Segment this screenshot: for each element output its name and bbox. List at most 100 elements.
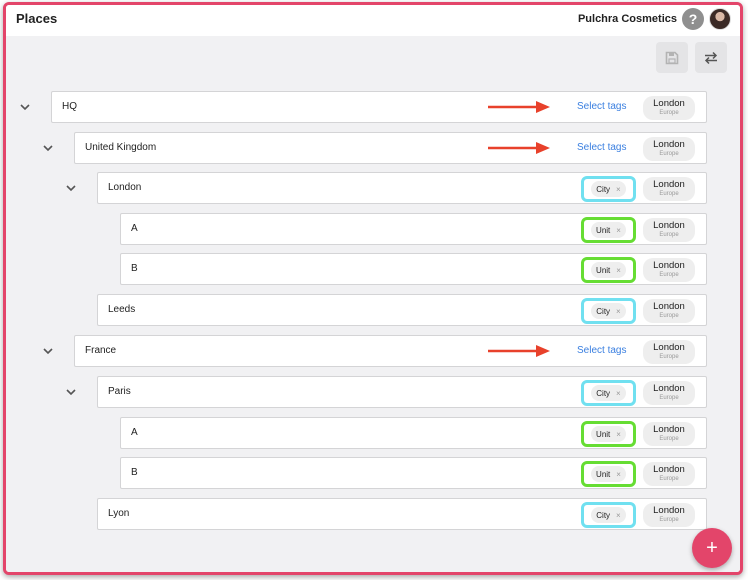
tag-chip[interactable]: Unit × [591,222,626,238]
remove-tag-icon[interactable]: × [616,185,621,194]
location-chip[interactable]: London Europe [643,218,695,242]
tag-chip[interactable]: Unit × [591,466,626,482]
chevron-down-icon[interactable] [41,141,55,155]
tree-row-france[interactable]: France Select tags London Europe [74,335,707,367]
row-name: London [108,182,142,193]
swap-button[interactable] [695,42,727,73]
location-chip[interactable]: London Europe [643,340,695,364]
avatar[interactable] [709,8,731,30]
app-window: Places Pulchra Cosmetics ? HQ Select tag… [3,2,743,575]
row-name: Paris [108,386,131,397]
location-chip[interactable]: London Europe [643,96,695,120]
tag-label: City [596,388,611,398]
row-name: Leeds [108,304,136,315]
tag-label: City [596,184,611,194]
location-city: London [653,260,685,271]
location-region: Europe [659,476,679,482]
tag-city-highlight: City × [581,298,636,324]
location-region: Europe [659,354,679,360]
tag-chip[interactable]: City × [591,385,626,401]
tree-row-paris[interactable]: Paris City × London Europe [97,376,707,408]
chevron-down-icon[interactable] [18,100,32,114]
tree-row-b[interactable]: B Unit × London Europe [120,457,707,489]
remove-tag-icon[interactable]: × [616,389,621,398]
row-name: France [85,345,117,356]
tag-city-highlight: City × [581,380,636,406]
location-chip[interactable]: London Europe [643,422,695,446]
row-name: United Kingdom [85,142,157,153]
tree-row-a[interactable]: A Unit × London Europe [120,213,707,245]
location-region: Europe [659,436,679,442]
location-city: London [653,342,685,353]
location-chip[interactable]: London Europe [643,462,695,486]
row-name: A [131,427,138,438]
row-name: HQ [62,101,77,112]
tag-label: City [596,510,611,520]
select-tags-link[interactable]: Select tags [577,142,626,153]
annotation-arrow-icon [488,142,550,154]
location-region: Europe [659,517,679,523]
location-city: London [653,220,685,231]
location-region: Europe [659,232,679,238]
save-icon [665,51,679,64]
page-title: Places [16,11,58,26]
chevron-down-icon[interactable] [41,344,55,358]
tree-row-united-kingdom[interactable]: United Kingdom Select tags London Europe [74,132,707,164]
location-chip[interactable]: London Europe [643,381,695,405]
location-chip[interactable]: London Europe [643,177,695,201]
location-chip[interactable]: London Europe [643,503,695,527]
tag-unit-highlight: Unit × [581,257,636,283]
location-chip[interactable]: London Europe [643,258,695,282]
annotation-arrow-icon [488,101,550,113]
remove-tag-icon[interactable]: × [616,266,621,275]
remove-tag-icon[interactable]: × [616,226,621,235]
location-chip[interactable]: London Europe [643,137,695,161]
tree-row-leeds[interactable]: Leeds City × London Europe [97,294,707,326]
chevron-down-icon[interactable] [64,385,78,399]
row-name: B [131,263,138,274]
tag-chip[interactable]: Unit × [591,426,626,442]
top-bar: Places Pulchra Cosmetics ? [6,5,740,36]
tree-row-hq[interactable]: HQ Select tags London Europe [51,91,707,123]
tag-chip[interactable]: Unit × [591,262,626,278]
tag-chip[interactable]: City × [591,303,626,319]
tag-city-highlight: City × [581,502,636,528]
organization-name[interactable]: Pulchra Cosmetics [578,13,677,25]
add-place-button[interactable]: + [692,528,732,568]
tag-unit-highlight: Unit × [581,461,636,487]
location-city: London [653,505,685,516]
select-tags-link[interactable]: Select tags [577,345,626,356]
remove-tag-icon[interactable]: × [616,307,621,316]
remove-tag-icon[interactable]: × [616,511,621,520]
tag-unit-highlight: Unit × [581,421,636,447]
chevron-down-icon[interactable] [64,181,78,195]
tag-chip[interactable]: City × [591,507,626,523]
tag-label: Unit [596,225,611,235]
location-region: Europe [659,151,679,157]
tree-row-b[interactable]: B Unit × London Europe [120,253,707,285]
select-tags-link[interactable]: Select tags [577,101,626,112]
remove-tag-icon[interactable]: × [616,430,621,439]
location-chip[interactable]: London Europe [643,299,695,323]
tree-row-a[interactable]: A Unit × London Europe [120,417,707,449]
row-name: Lyon [108,508,130,519]
location-city: London [653,179,685,190]
remove-tag-icon[interactable]: × [616,470,621,479]
row-name: A [131,223,138,234]
tree-row-london[interactable]: London City × London Europe [97,172,707,204]
location-region: Europe [659,272,679,278]
location-city: London [653,98,685,109]
location-city: London [653,464,685,475]
annotation-arrow-icon [488,345,550,357]
tag-label: Unit [596,469,611,479]
location-region: Europe [659,313,679,319]
row-name: B [131,467,138,478]
help-button[interactable]: ? [682,8,704,30]
location-city: London [653,383,685,394]
tag-label: Unit [596,429,611,439]
tree-row-lyon[interactable]: Lyon City × London Europe [97,498,707,530]
location-region: Europe [659,395,679,401]
tag-chip[interactable]: City × [591,181,626,197]
save-button[interactable] [656,42,688,73]
location-city: London [653,301,685,312]
